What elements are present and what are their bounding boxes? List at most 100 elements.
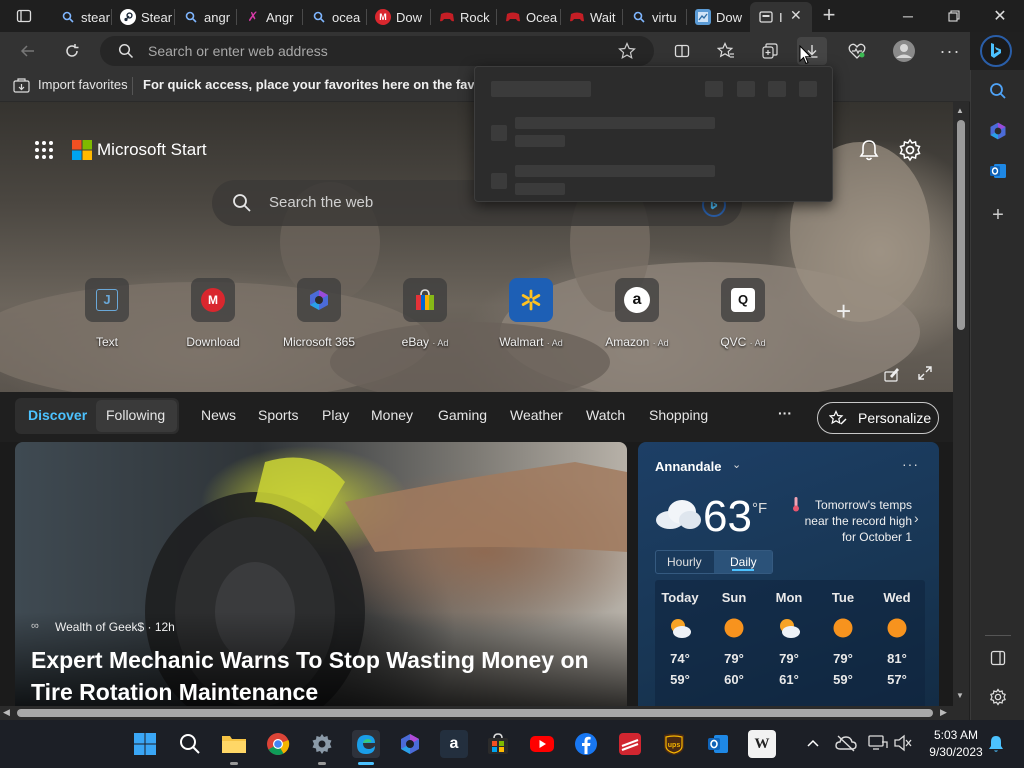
profile-avatar[interactable] [889,37,919,65]
quick-link-download[interactable]: M Download [168,278,258,349]
notifications-bell-icon[interactable] [858,139,880,166]
quick-link-walmart[interactable]: Walmart · Ad [486,278,576,349]
tab-actions-icon[interactable] [9,2,39,30]
outlook-icon[interactable] [704,730,732,758]
tab-weather[interactable]: Weather [510,407,563,423]
tab-watch[interactable]: Watch [586,407,625,423]
split-screen-icon[interactable] [667,37,697,65]
news-headline[interactable]: Expert Mechanic Warns To Stop Wasting Mo… [31,644,611,706]
tab-sports[interactable]: Sports [258,407,298,423]
flyout-action-skeleton[interactable] [705,81,723,97]
flyout-action-skeleton[interactable] [768,81,786,97]
collections-icon[interactable] [755,37,785,65]
chrome-icon[interactable] [264,730,292,758]
horizontal-scrollbar[interactable]: ◀ ▶ [0,706,953,720]
forecast-day-wed[interactable]: Wed 81° 57° [870,590,924,692]
sidebar-settings-icon[interactable] [983,682,1013,712]
quick-link-microsoft-365[interactable]: Microsoft 365 [274,278,364,349]
windows-start-icon[interactable] [131,730,159,758]
scroll-down-icon[interactable]: ▼ [956,691,964,700]
notification-bell-icon[interactable] [988,735,1004,758]
tab-5[interactable]: ocea [303,4,365,30]
wikipedia-icon[interactable]: W [748,730,776,758]
show-hidden-icons-chevron[interactable] [804,734,822,752]
tab-play[interactable]: Play [322,407,349,423]
forecast-day-sun[interactable]: Sun 79° 60° [707,590,761,692]
settings-more-icon[interactable]: ··· [935,37,965,65]
tab-following[interactable]: Following [106,407,165,423]
new-tab-button[interactable]: + [814,1,844,29]
tab-money[interactable]: Money [371,407,413,423]
tab-6[interactable]: M Dow [367,4,429,30]
facebook-icon[interactable] [572,730,600,758]
sidebar-m365-icon[interactable] [983,116,1013,146]
close-tab-icon[interactable]: ✕ [790,7,802,24]
sidebar-outlook-icon[interactable] [983,156,1013,186]
tab-11[interactable]: Dow [687,4,749,30]
edge-icon[interactable] [352,730,380,758]
tab-7[interactable]: Rock [431,4,495,30]
weather-location[interactable]: Annandale [655,459,721,474]
quick-link-text[interactable]: J Text [62,278,152,349]
flyout-action-skeleton[interactable] [737,81,755,97]
tab-2[interactable]: Stear [112,4,172,30]
quick-link-qvc[interactable]: Q QVC · Ad [698,278,788,349]
microsoft-store-icon[interactable] [484,730,512,758]
apps-launcher-icon[interactable] [34,140,54,160]
scroll-left-icon[interactable]: ◀ [3,707,10,718]
address-input[interactable] [148,36,608,66]
scroll-up-icon[interactable]: ▲ [956,106,964,115]
settings-gear-icon[interactable] [308,730,336,758]
tab-9[interactable]: Wait [561,4,621,30]
tab-hourly[interactable]: Hourly [667,555,702,569]
quick-link-ebay[interactable]: eBay · Ad [380,278,470,349]
weather-more-options[interactable]: ··· [902,456,919,472]
refresh-button[interactable] [57,37,87,65]
bank-app-icon[interactable] [616,730,644,758]
forecast-day-today[interactable]: Today 74° 59° [653,590,707,692]
volume-muted-icon[interactable] [893,734,913,757]
forecast-day-mon[interactable]: Mon 79° 61° [762,590,816,692]
ups-icon[interactable]: ups [660,730,688,758]
m365-app-icon[interactable] [396,730,424,758]
sidebar-add-icon[interactable]: + [983,200,1013,230]
forecast-day-tue[interactable]: Tue 79° 59° [816,590,870,692]
tab-10[interactable]: virtu [623,4,685,30]
add-favorite-star-icon[interactable] [618,42,636,65]
minimize-button[interactable]: ─ [885,0,931,32]
tab-gaming[interactable]: Gaming [438,407,487,423]
taskbar-search-icon[interactable] [176,730,204,758]
amazon-app-icon[interactable]: a [440,730,468,758]
maximize-button[interactable] [931,0,977,32]
personalize-button[interactable]: Personalize [817,402,939,434]
expand-icon[interactable] [917,365,933,386]
address-bar[interactable] [100,36,654,66]
chevron-down-icon[interactable]: ⌄ [732,458,741,471]
browser-essentials-icon[interactable] [842,37,872,65]
scrollbar-thumb[interactable] [957,120,965,330]
microsoft-start-title[interactable]: Microsoft Start [97,140,207,160]
tab-daily[interactable]: Daily [730,555,757,569]
tab-discover[interactable]: Discover [28,407,87,423]
favorites-icon[interactable] [711,37,741,65]
youtube-icon[interactable] [528,730,556,758]
close-window-button[interactable]: ✕ [977,0,1023,32]
weather-alert[interactable]: Tomorrow's temps near the record high fo… [794,497,912,545]
file-explorer-icon[interactable] [220,730,248,758]
add-quick-link-button[interactable]: + [836,298,851,324]
bing-copilot-icon[interactable] [980,35,1012,67]
quick-link-amazon[interactable]: a Amazon · Ad [592,278,682,349]
chevron-right-icon[interactable]: › [914,510,919,526]
more-tabs-button[interactable]: ··· [778,405,792,421]
tab-news[interactable]: News [201,407,236,423]
sidebar-search-icon[interactable] [983,76,1013,106]
news-card[interactable]: ∞ Wealth of Geek$ · 12h Expert Mechanic … [15,442,627,706]
tab-shopping[interactable]: Shopping [649,407,708,423]
sidebar-layout-icon[interactable] [983,643,1013,673]
onedrive-cloud-icon[interactable] [835,734,857,757]
import-favorites-link[interactable]: Import favorites [38,77,128,92]
tab-3[interactable]: angr [175,4,235,30]
tab-4[interactable]: ✗ Angr [237,4,301,30]
scrollbar-thumb[interactable] [17,709,933,717]
tab-1[interactable]: stear [52,4,110,30]
